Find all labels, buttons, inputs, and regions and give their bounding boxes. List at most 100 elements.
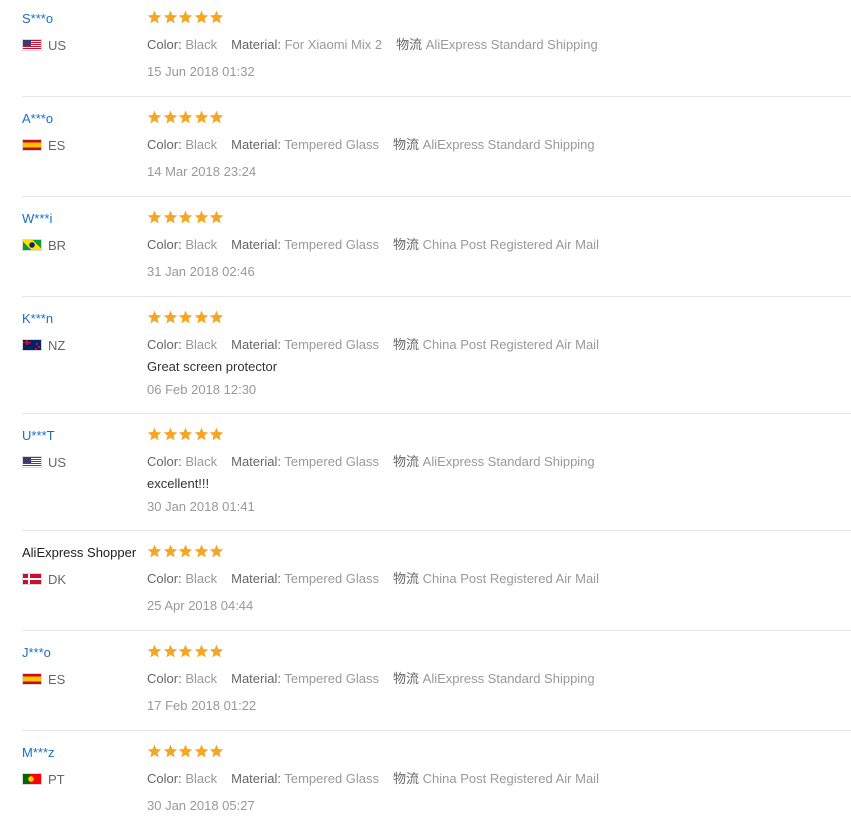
reviewer-country: ES [22, 137, 65, 153]
star-icon [194, 744, 208, 758]
star-icon [178, 744, 193, 758]
star-rating [147, 210, 225, 226]
reviewer-name[interactable]: M***z [22, 745, 55, 760]
color-info: Color: Black [147, 137, 218, 152]
dk-flag-icon [22, 573, 42, 585]
star-icon [163, 10, 177, 24]
review-date: 31 Jan 2018 02:46 [147, 264, 255, 279]
color-info: Color: Black [147, 237, 218, 252]
star-icon [194, 427, 208, 441]
star-icon [209, 10, 224, 24]
star-icon [178, 544, 193, 558]
shipping-info: 物流 AliExpress Standard Shipping [393, 454, 595, 469]
reviewer-country: ES [22, 671, 65, 687]
shipping-info: 物流 AliExpress Standard Shipping [393, 671, 595, 686]
star-icon [178, 110, 193, 124]
star-icon [209, 427, 224, 441]
country-code: BR [48, 237, 67, 253]
material-info: Material: Tempered Glass [231, 671, 380, 686]
star-icon [178, 10, 193, 24]
divider [22, 196, 851, 197]
star-icon [147, 744, 162, 758]
country-code: NZ [48, 337, 66, 353]
star-icon [147, 427, 162, 441]
country-code: ES [48, 671, 66, 687]
reviewer-name[interactable]: K***n [22, 311, 53, 326]
us-flag-icon [22, 456, 42, 468]
divider [22, 296, 851, 297]
star-icon [194, 644, 208, 658]
star-icon [194, 310, 208, 324]
star-icon [194, 10, 208, 24]
reviewer-country: DK [22, 571, 66, 587]
star-icon [178, 644, 193, 658]
shipping-info: 物流 China Post Registered Air Mail [393, 571, 599, 586]
review-date: 30 Jan 2018 01:41 [147, 499, 255, 514]
star-rating [147, 110, 225, 126]
reviewer-country: US [22, 37, 66, 53]
star-icon [209, 744, 224, 758]
country-code: ES [48, 137, 66, 153]
star-icon [209, 110, 224, 124]
color-info: Color: Black [147, 771, 218, 786]
country-code: PT [48, 771, 65, 787]
star-icon [147, 10, 162, 24]
review-date: 17 Feb 2018 01:22 [147, 698, 257, 713]
reviewer-name[interactable]: U***T [22, 428, 55, 443]
color-info: Color: Black [147, 337, 218, 352]
star-icon [163, 744, 177, 758]
reviewer-name[interactable]: J***o [22, 645, 51, 660]
star-rating [147, 644, 225, 660]
reviewer-name[interactable]: W***i [22, 211, 52, 226]
color-info: Color: Black [147, 454, 218, 469]
color-info: Color: Black [147, 37, 218, 52]
material-info: Material: For Xiaomi Mix 2 [231, 37, 383, 52]
review-date: 15 Jun 2018 01:32 [147, 64, 255, 79]
order-info: Color: Black Material: For Xiaomi Mix 2 物流… [147, 34, 598, 53]
reviewer-name: AliExpress Shopper [22, 545, 137, 560]
review-date: 14 Mar 2018 23:24 [147, 164, 257, 179]
star-icon [163, 427, 177, 441]
material-info: Material: Tempered Glass [231, 454, 380, 469]
shipping-info: 物流 AliExpress Standard Shipping [393, 137, 595, 152]
order-info: Color: Black Material: Tempered Glass 物流 A… [147, 668, 595, 687]
divider [22, 530, 851, 531]
order-info: Color: Black Material: Tempered Glass 物流 C… [147, 334, 599, 353]
country-code: US [48, 37, 67, 53]
star-icon [178, 427, 193, 441]
reviewer-country: NZ [22, 337, 65, 353]
pt-flag-icon [22, 773, 42, 785]
star-rating [147, 310, 225, 326]
shipping-info: 物流 AliExpress Standard Shipping [396, 37, 598, 52]
reviewer-name[interactable]: S***o [22, 11, 53, 26]
star-rating [147, 744, 225, 760]
review-date: 25 Apr 2018 04:44 [147, 598, 254, 613]
reviewer-country: US [22, 454, 66, 470]
star-icon [163, 210, 177, 224]
color-info: Color: Black [147, 571, 218, 586]
star-icon [194, 544, 208, 558]
es-flag-icon [22, 673, 42, 685]
star-icon [163, 644, 177, 658]
order-info: Color: Black Material: Tempered Glass 物流 C… [147, 568, 599, 587]
divider [22, 413, 851, 414]
material-info: Material: Tempered Glass [231, 337, 380, 352]
star-icon [209, 310, 224, 324]
reviewer-country: BR [22, 237, 66, 253]
star-icon [147, 310, 162, 324]
star-icon [178, 210, 193, 224]
star-icon [147, 210, 162, 224]
country-code: DK [48, 571, 67, 587]
material-info: Material: Tempered Glass [231, 237, 380, 252]
reviewer-name[interactable]: A***o [22, 111, 53, 126]
divider [22, 96, 851, 97]
star-icon [163, 310, 177, 324]
star-icon [163, 544, 177, 558]
star-icon [209, 210, 224, 224]
review-date: 06 Feb 2018 12:30 [147, 382, 257, 397]
divider [22, 630, 851, 631]
order-info: Color: Black Material: Tempered Glass 物流 A… [147, 451, 595, 470]
country-code: US [48, 454, 67, 470]
star-rating [147, 427, 225, 443]
shipping-info: 物流 China Post Registered Air Mail [393, 337, 599, 352]
